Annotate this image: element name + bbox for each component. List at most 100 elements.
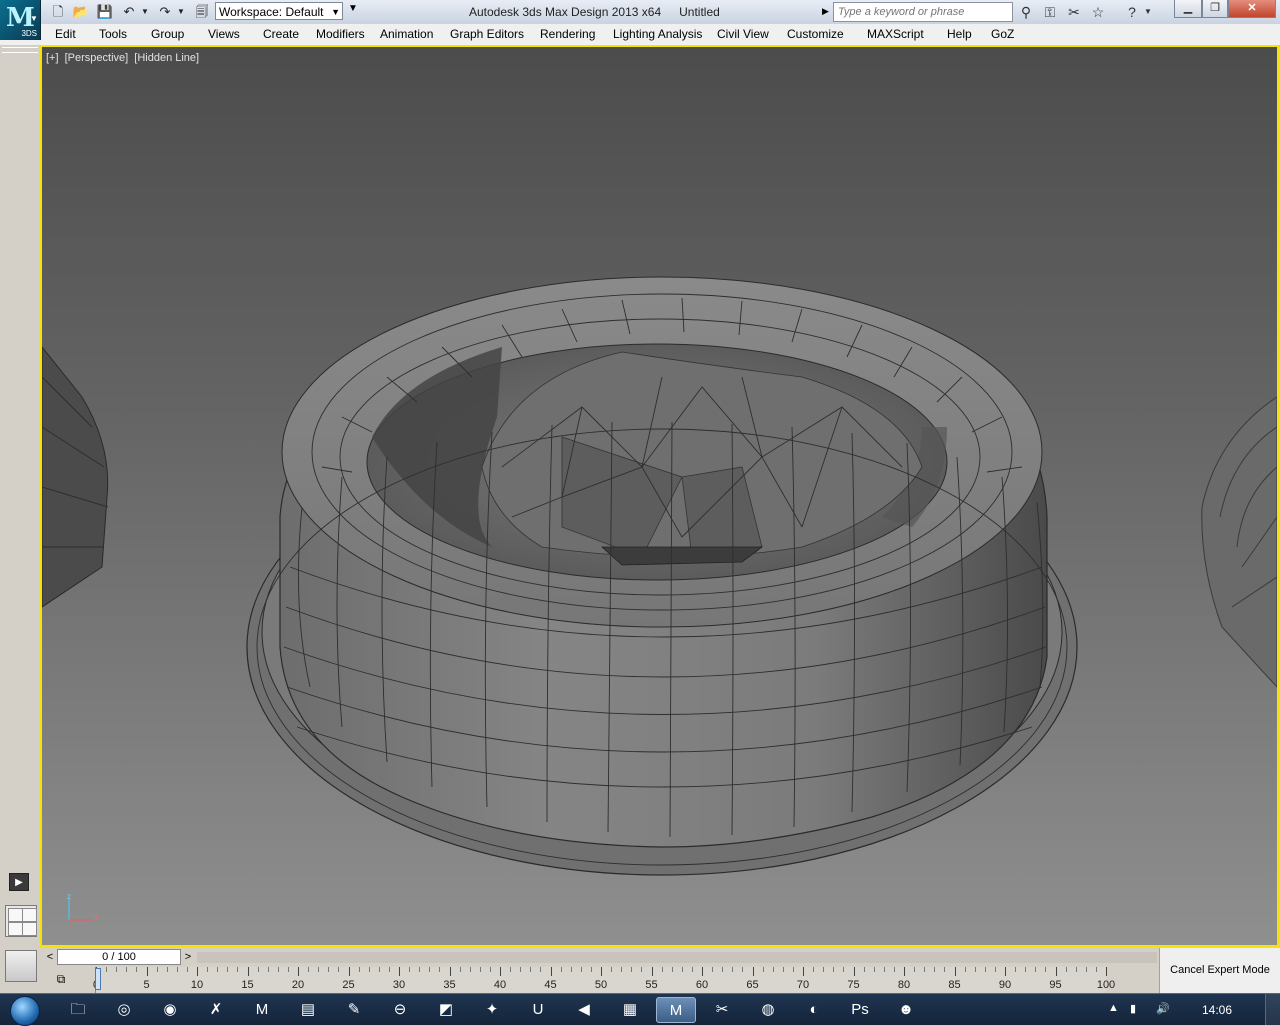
viewport-layout-button[interactable] — [5, 905, 37, 937]
menu-customize[interactable]: Customize — [787, 27, 844, 41]
timeline-tick-label: 10 — [190, 979, 204, 991]
network-icon[interactable]: ▮ — [1130, 1002, 1136, 1015]
time-slider-next-button[interactable]: > — [181, 950, 195, 964]
timeline-tick — [156, 967, 158, 972]
redo-dropdown-icon[interactable]: ▼ — [175, 3, 187, 21]
time-slider-prev-button[interactable]: < — [43, 950, 57, 964]
track-ruler[interactable]: 0510152025303540455055606570758085909510… — [93, 967, 1115, 993]
timeline-tick-label: 55 — [645, 979, 658, 991]
chevron-down-icon[interactable]: ▼ — [1142, 3, 1154, 21]
open-file-icon[interactable]: 📂 — [72, 3, 90, 21]
app-icon[interactable]: ▤ — [288, 997, 328, 1023]
timeline-tick — [106, 967, 108, 972]
media-icon[interactable]: ◀ — [564, 997, 604, 1023]
photoshop-icon[interactable]: Ps — [840, 997, 880, 1023]
zip-icon[interactable]: ▦ — [610, 997, 650, 1023]
help-icon[interactable]: ? — [1122, 3, 1142, 21]
layout-cell — [22, 908, 37, 922]
sketchbook-icon[interactable]: ◩ — [426, 997, 466, 1023]
adobe-icon[interactable]: ✦ — [472, 997, 512, 1023]
search-expand-icon[interactable]: ▶ — [822, 6, 829, 17]
menu-rendering[interactable]: Rendering — [540, 27, 595, 41]
play-icon[interactable]: ▶ — [9, 873, 29, 891]
time-slider: < 0 / 100 > — [40, 948, 1159, 967]
application-menu-button[interactable]: M ▼ 3DS — [0, 0, 41, 40]
curve-editor-icon[interactable]: ⧉ — [52, 972, 70, 988]
timeline-tick — [368, 967, 370, 972]
show-desktop-button[interactable] — [1265, 994, 1280, 1025]
left-panel-strip — [0, 45, 40, 993]
communication-center-icon[interactable]: ✂ — [1064, 3, 1084, 21]
menu-maxscript[interactable]: MAXScript — [867, 27, 924, 41]
timeline-tick — [863, 967, 865, 972]
menu-bar: Edit Tools Group Views Create Modifiers … — [0, 24, 1280, 46]
menu-edit[interactable]: Edit — [55, 27, 76, 41]
time-slider-track[interactable] — [197, 952, 1157, 963]
viewport-view-label[interactable]: [Perspective] — [65, 52, 129, 64]
maximize-button[interactable]: ❐ — [1202, 0, 1228, 18]
timeline-tick — [712, 967, 714, 972]
quick-access-customize-icon[interactable]: ▼ — [346, 3, 360, 19]
timeline-tick-label: 65 — [746, 979, 759, 991]
save-icon[interactable]: 💾 — [96, 3, 114, 21]
viewport-single-layout-button[interactable] — [5, 950, 37, 982]
menu-help[interactable]: Help — [947, 27, 972, 41]
key-icon[interactable]: ⚿ — [1040, 3, 1060, 21]
stylus-icon[interactable]: ✎ — [334, 997, 374, 1023]
perspective-viewport[interactable]: [+] [Perspective] [Hidden Line] z x — [40, 45, 1279, 947]
redo-icon[interactable]: ↷ — [156, 3, 174, 21]
track-bar: ⧉ 05101520253035404550556065707580859095… — [40, 967, 1159, 993]
search-input[interactable] — [833, 2, 1013, 22]
dashboard-icon[interactable]: ⊖ — [380, 997, 420, 1023]
u-icon[interactable]: U — [518, 997, 558, 1023]
menu-lighting-analysis[interactable]: Lighting Analysis — [613, 27, 702, 41]
xmind-icon[interactable]: ✗ — [196, 997, 236, 1023]
menu-group[interactable]: Group — [151, 27, 184, 41]
viewport-menu-plus[interactable]: [+] — [46, 52, 59, 64]
menu-goz[interactable]: GoZ — [991, 27, 1014, 41]
timeline-tick — [1055, 967, 1057, 976]
toolbox-icon[interactable]: ✂ — [702, 997, 742, 1023]
m-app-icon[interactable]: M — [242, 997, 282, 1023]
firefox-icon[interactable]: ◐ — [794, 997, 834, 1023]
clock[interactable]: 14:06 — [1202, 1003, 1232, 1017]
menu-modifiers[interactable]: Modifiers — [316, 27, 365, 41]
user-icon[interactable]: ☻ — [886, 997, 926, 1023]
start-button[interactable] — [4, 995, 44, 1026]
undo-icon[interactable]: ↶ — [120, 3, 138, 21]
timeline-tick — [782, 967, 784, 972]
timeline-tick-label: 75 — [847, 979, 860, 991]
timeline-tick — [580, 967, 582, 972]
workspace-dropdown[interactable]: Workspace: Default ▼ — [215, 2, 343, 20]
tray-expand-icon[interactable]: ▲ — [1108, 1002, 1119, 1014]
windows-explorer-icon[interactable]: 🗀 — [58, 997, 98, 1023]
menu-tools[interactable]: Tools — [99, 27, 127, 41]
favorites-star-icon[interactable]: ☆ — [1088, 3, 1108, 21]
menu-views[interactable]: Views — [208, 27, 240, 41]
timeline-tick — [267, 967, 269, 972]
new-file-icon[interactable]: 🗋 — [49, 3, 67, 21]
close-button[interactable]: ✕ — [1228, 0, 1276, 18]
menu-graph-editors[interactable]: Graph Editors — [450, 27, 524, 41]
volume-icon[interactable]: 🔊 — [1156, 1002, 1170, 1015]
binoculars-icon[interactable]: ⚲ — [1016, 3, 1036, 21]
menu-civil-view[interactable]: Civil View — [717, 27, 769, 41]
minimize-button[interactable]: ▁ — [1174, 0, 1202, 18]
menu-create[interactable]: Create — [263, 27, 299, 41]
viewport-label[interactable]: [+] [Perspective] [Hidden Line] — [46, 52, 202, 64]
browser-icon[interactable]: ◎ — [104, 997, 144, 1023]
timeline-tick — [298, 967, 299, 976]
3ds-max-icon[interactable]: M — [656, 997, 696, 1023]
window-title: Autodesk 3ds Max Design 2013 x64 Untitled — [469, 5, 720, 19]
chrome-icon[interactable]: ◉ — [150, 997, 190, 1023]
timeline-tick-label: 35 — [443, 979, 456, 991]
time-slider-thumb[interactable]: 0 / 100 — [57, 949, 181, 965]
project-folder-icon[interactable]: 🗐 — [193, 3, 211, 21]
undo-dropdown-icon[interactable]: ▼ — [139, 3, 151, 21]
timeline-tick — [792, 967, 794, 972]
cancel-expert-mode-button[interactable]: Cancel Expert Mode — [1159, 948, 1280, 993]
menu-animation[interactable]: Animation — [380, 27, 433, 41]
time-cursor[interactable] — [95, 968, 101, 990]
viewport-shading-label[interactable]: [Hidden Line] — [134, 52, 199, 64]
app-circle-icon[interactable]: ◍ — [748, 997, 788, 1023]
